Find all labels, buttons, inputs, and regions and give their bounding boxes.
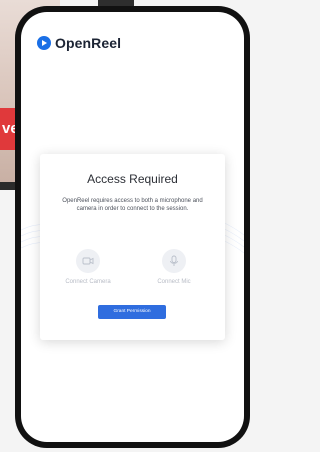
grant-permission-button[interactable]: Grant Permission xyxy=(98,305,166,319)
connect-mic-option[interactable]: Connect Mic xyxy=(139,249,209,285)
connect-camera-label: Connect Camera xyxy=(65,279,111,285)
microphone-icon[interactable] xyxy=(162,249,186,273)
openreel-logo: OpenReel xyxy=(37,34,121,52)
camera-icon[interactable] xyxy=(76,249,100,273)
dialog-description: OpenReel requires access to both a micro… xyxy=(62,198,203,212)
openreel-logo-icon xyxy=(37,36,51,50)
access-required-dialog: Access Required OpenReel requires access… xyxy=(40,154,225,340)
phone-screen: OpenReel Access Required OpenReel requir… xyxy=(21,12,244,442)
connect-mic-label: Connect Mic xyxy=(157,279,191,285)
connect-camera-option[interactable]: Connect Camera xyxy=(53,249,123,285)
brand-name: OpenReel xyxy=(55,35,122,51)
dialog-title: Access Required xyxy=(87,172,178,186)
